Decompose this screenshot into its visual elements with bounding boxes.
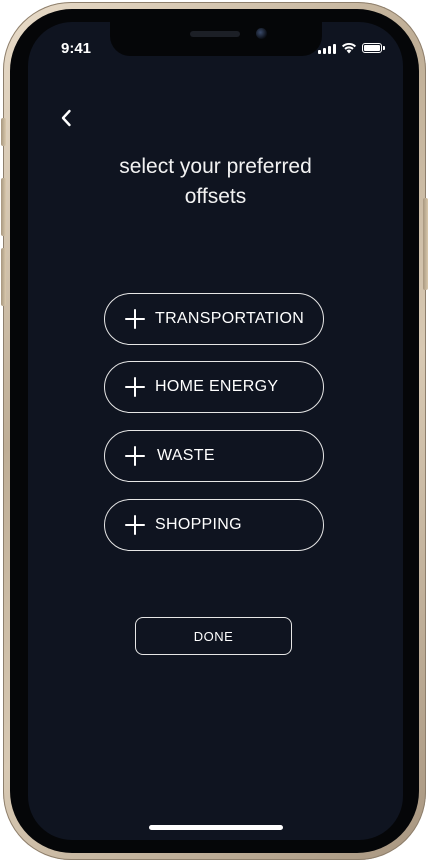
status-time: 9:41 bbox=[61, 40, 92, 57]
page-title: select your preferred offsets bbox=[119, 155, 312, 208]
front-camera bbox=[256, 28, 267, 39]
home-indicator[interactable] bbox=[149, 825, 283, 830]
volume-up-button bbox=[1, 178, 6, 236]
power-button bbox=[423, 198, 428, 290]
plus-icon bbox=[125, 377, 145, 397]
option-transportation-button[interactable]: TRANSPORTATION bbox=[104, 293, 324, 345]
battery-icon bbox=[362, 43, 382, 53]
done-button[interactable]: DONE bbox=[135, 617, 292, 655]
option-label: HOME ENERGY bbox=[155, 378, 279, 395]
plus-icon bbox=[125, 309, 145, 329]
silent-switch bbox=[1, 118, 6, 146]
option-waste-button[interactable]: WASTE bbox=[104, 430, 324, 482]
option-label: TRANSPORTATION bbox=[155, 310, 305, 327]
option-label: SHOPPING bbox=[155, 516, 242, 533]
signal-icon bbox=[318, 43, 336, 54]
option-label: WASTE bbox=[157, 447, 215, 464]
plus-icon bbox=[125, 515, 145, 535]
plus-icon bbox=[125, 446, 145, 466]
wifi-icon bbox=[342, 42, 356, 54]
option-shopping-button[interactable]: SHOPPING bbox=[104, 499, 324, 551]
back-button[interactable] bbox=[54, 106, 78, 130]
option-home-energy-button[interactable]: HOME ENERGY bbox=[104, 361, 324, 413]
chevron-left-icon bbox=[61, 109, 71, 127]
speaker-grille bbox=[190, 31, 240, 37]
notch bbox=[110, 22, 322, 56]
app-screen: 9:41 select your preferred offsets TRANS… bbox=[28, 22, 403, 840]
volume-down-button bbox=[1, 248, 6, 306]
status-icons bbox=[318, 42, 385, 54]
